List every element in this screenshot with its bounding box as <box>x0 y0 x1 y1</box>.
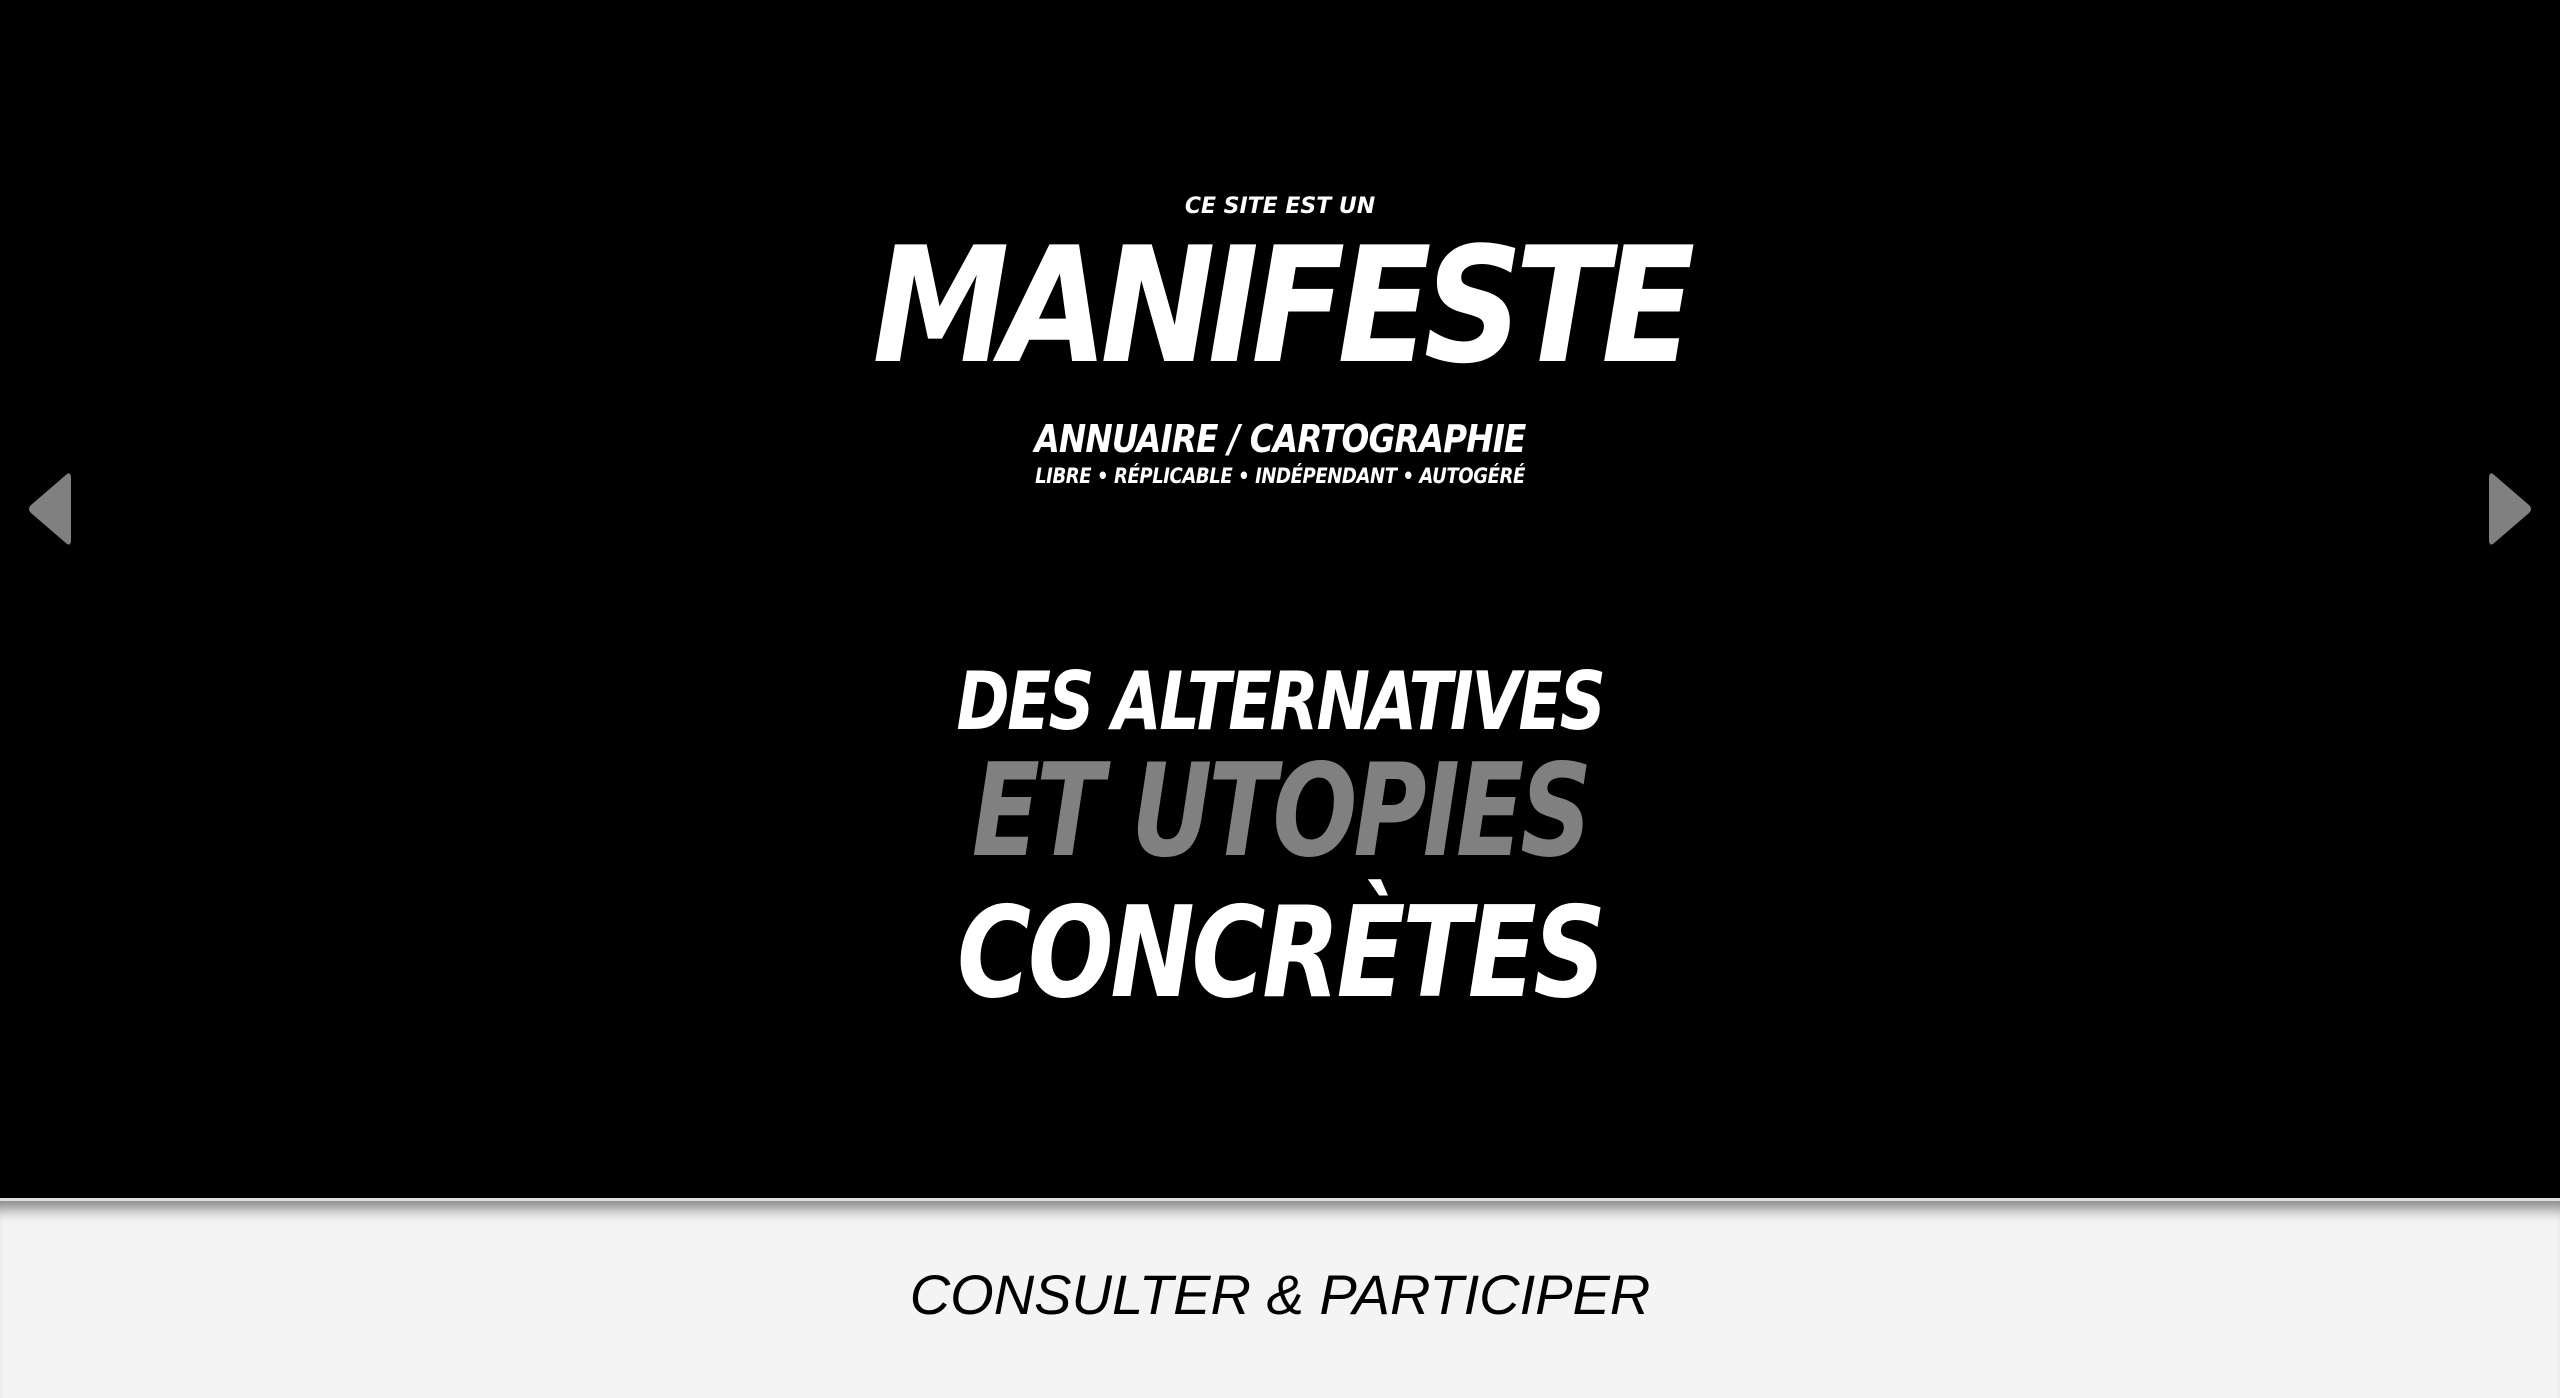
cta-label: CONSULTER & PARTICIPER <box>909 1263 1651 1326</box>
tags-line: LIBRE • RÉPLICABLE • INDÉPENDANT • AUTOG… <box>1035 464 1525 488</box>
triangle-left-icon <box>29 473 71 545</box>
hero-slide: CE SITE EST UN MANIFESTE ANNUAIRE / CART… <box>0 0 2560 1198</box>
tagline-line-1: DES ALTERNATIVES <box>956 655 1606 748</box>
next-slide-button[interactable] <box>2489 470 2533 548</box>
previous-slide-button[interactable] <box>27 470 71 548</box>
tagline-line-2: ET UTOPIES <box>971 737 1592 886</box>
slideshow: CE SITE EST UN MANIFESTE ANNUAIRE / CART… <box>0 0 2560 1398</box>
consult-participate-button[interactable]: CONSULTER & PARTICIPER <box>0 1198 2560 1398</box>
triangle-right-icon <box>2489 473 2531 545</box>
tagline-line-3: CONCRÈTES <box>957 879 1606 1026</box>
subtitle: ANNUAIRE / CARTOGRAPHIE <box>1034 417 1526 461</box>
page-title: MANIFESTE <box>872 212 1695 399</box>
